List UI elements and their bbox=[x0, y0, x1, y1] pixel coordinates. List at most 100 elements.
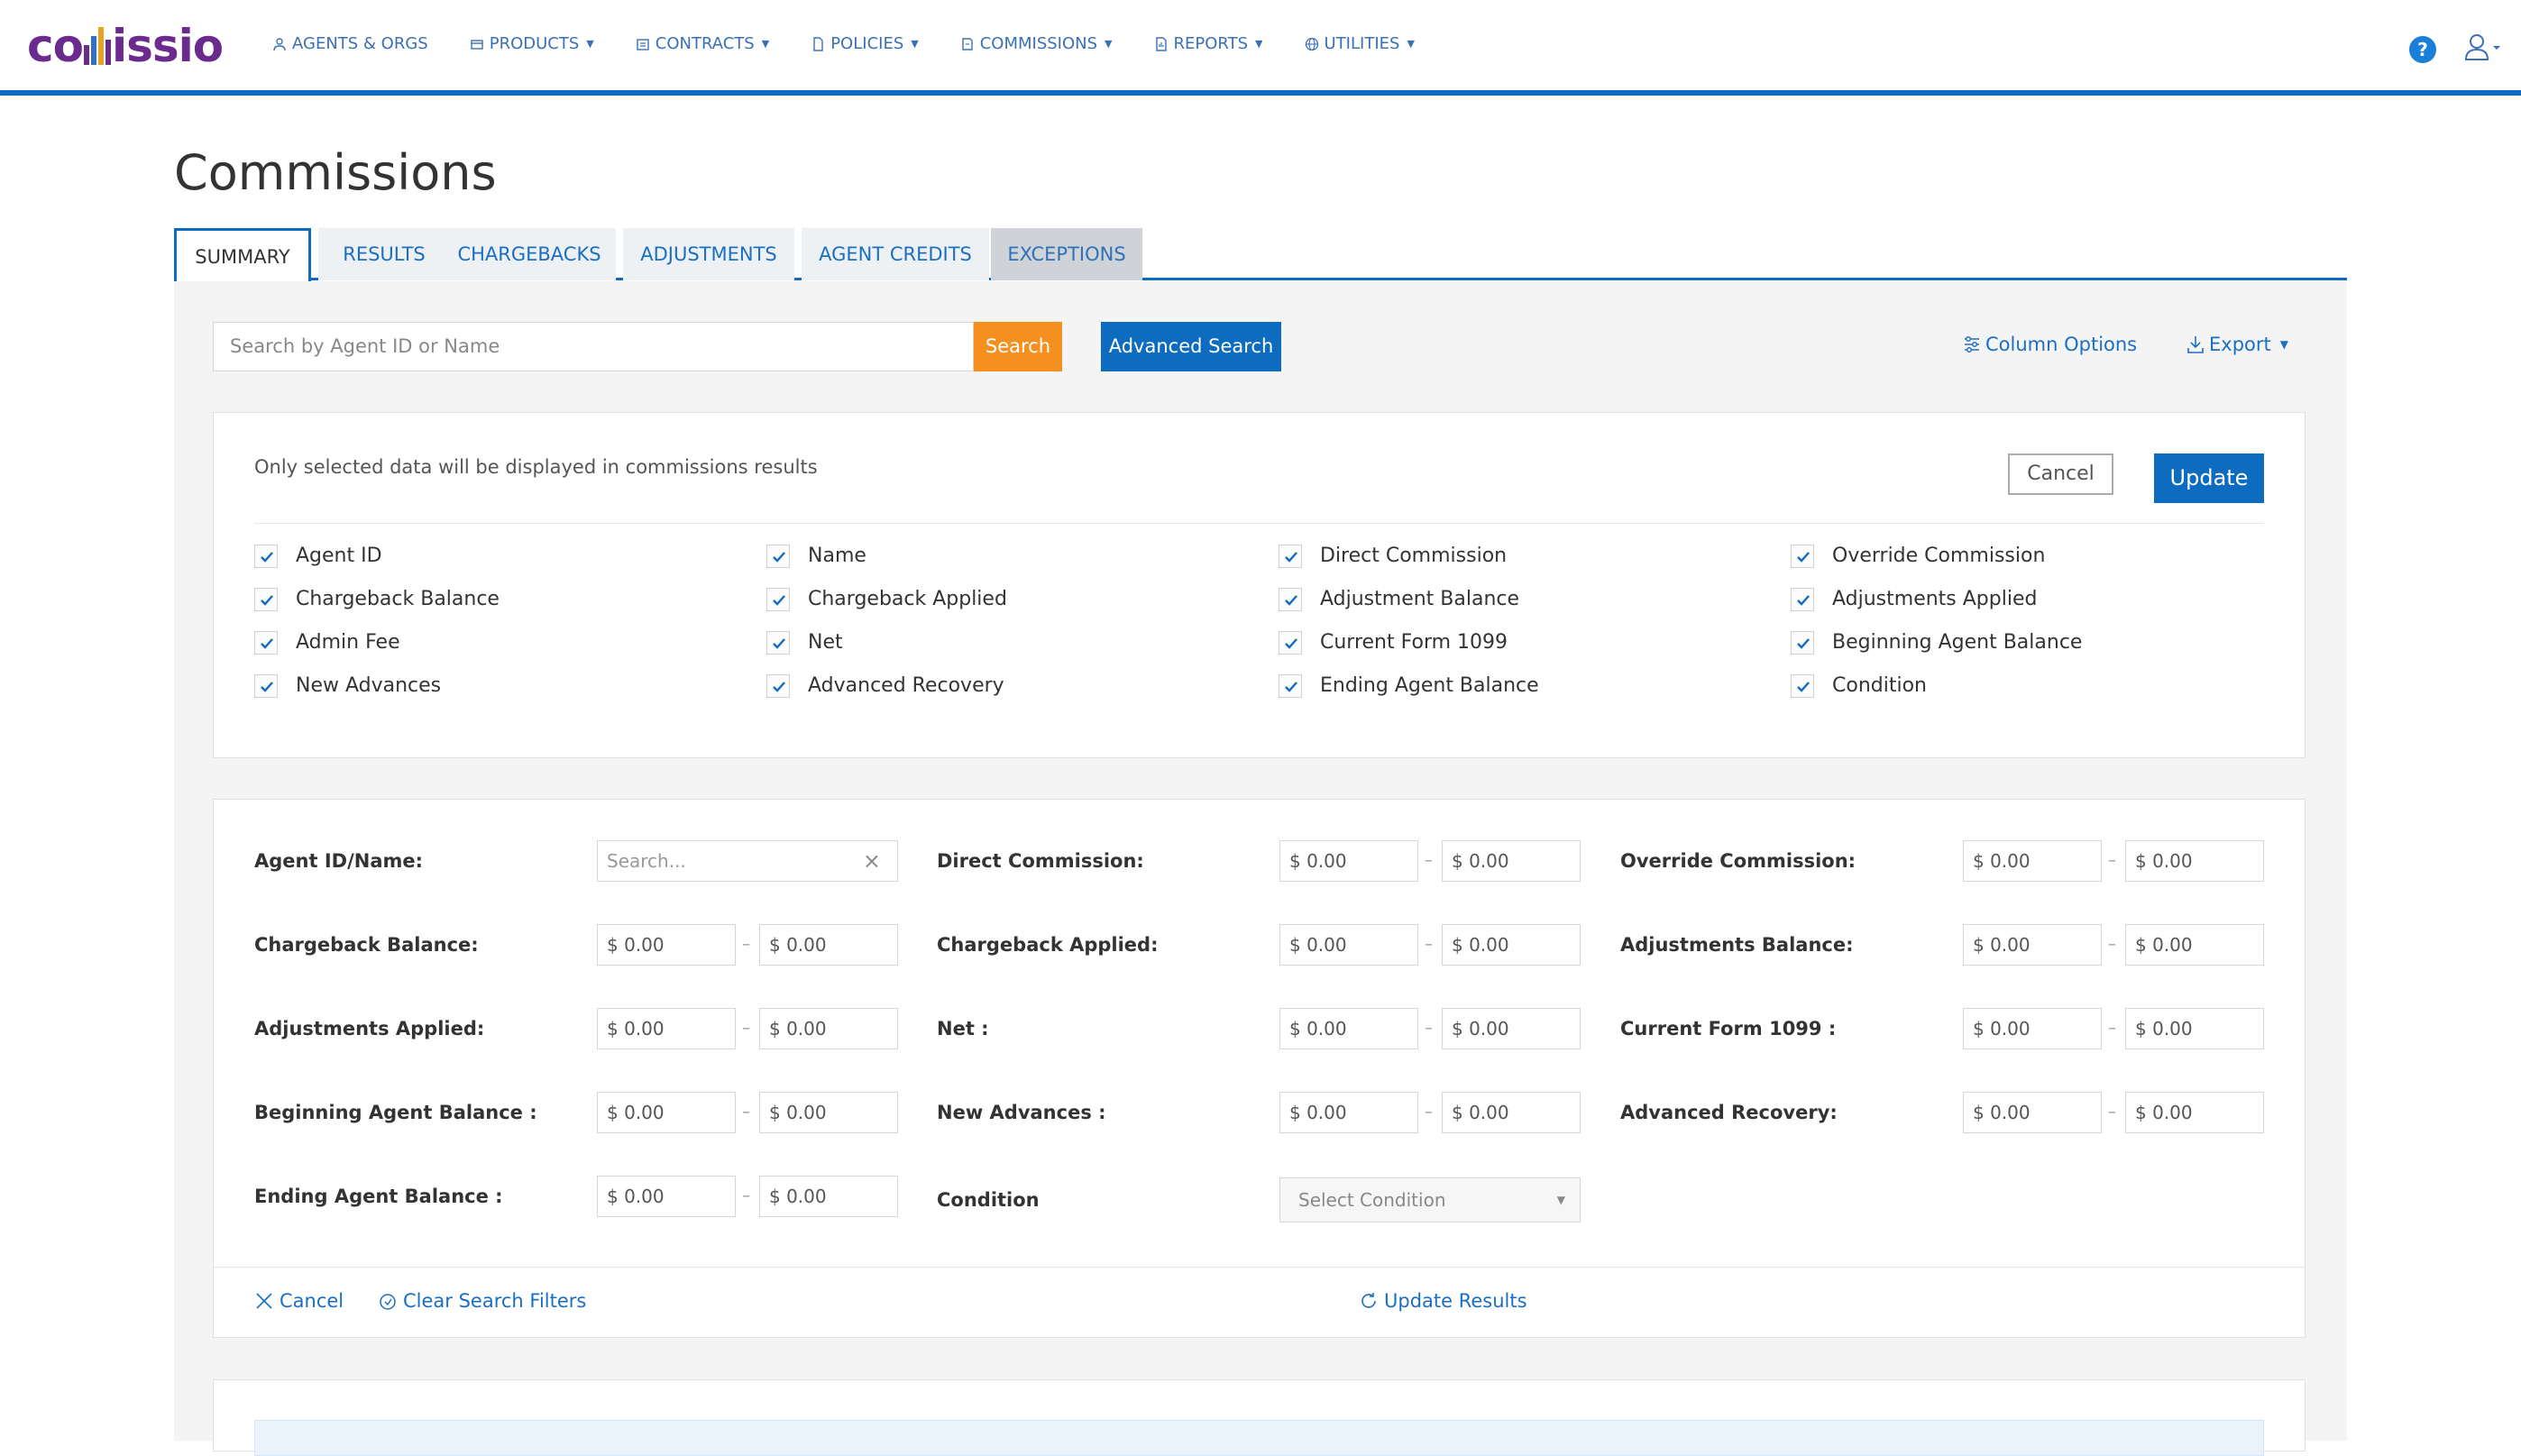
checkbox[interactable] bbox=[254, 630, 278, 655]
check-icon bbox=[261, 594, 273, 606]
filter-label-ending-balance: Ending Agent Balance : bbox=[254, 1186, 503, 1207]
export-button[interactable]: Export ▼ bbox=[2186, 334, 2288, 355]
tab-chargebacks[interactable]: CHARGEBACKS bbox=[443, 228, 616, 280]
checkbox-advanced-recovery[interactable]: Advanced Recovery bbox=[766, 673, 1279, 698]
nav-policies[interactable]: POLICIES ▼ bbox=[811, 34, 919, 53]
checkbox[interactable] bbox=[254, 587, 278, 611]
checkbox[interactable] bbox=[1279, 630, 1302, 655]
checkbox-adjustment-balance[interactable]: Adjustment Balance bbox=[1279, 587, 1791, 611]
globe-icon bbox=[1305, 37, 1318, 50]
chargeback-balance-max-input[interactable]: $ 0.00 bbox=[759, 924, 898, 966]
adjustments-applied-max-input[interactable]: $ 0.00 bbox=[759, 1008, 898, 1049]
checkbox-admin-fee[interactable]: Admin Fee bbox=[254, 630, 766, 655]
user-menu[interactable] bbox=[2464, 32, 2504, 63]
current-form-1099-min-input[interactable]: $ 0.00 bbox=[1963, 1008, 2102, 1049]
column-options-button[interactable]: Column Options bbox=[1962, 334, 2137, 355]
checkbox-override-commission[interactable]: Override Commission bbox=[1791, 544, 2303, 568]
checkbox-net[interactable]: Net bbox=[766, 630, 1279, 655]
net-max-input[interactable]: $ 0.00 bbox=[1442, 1008, 1581, 1049]
checkbox[interactable] bbox=[766, 673, 790, 698]
clear-search-filters-link[interactable]: Clear Search Filters bbox=[378, 1290, 586, 1312]
checkbox[interactable] bbox=[1791, 544, 1814, 568]
condition-select[interactable]: Select Condition ▼ bbox=[1279, 1177, 1581, 1222]
tab-exceptions[interactable]: EXCEPTIONS bbox=[991, 228, 1142, 280]
filters-cancel-link[interactable]: Cancel bbox=[254, 1290, 344, 1312]
app-logo[interactable]: co issio bbox=[27, 20, 224, 72]
chargeback-applied-min-input[interactable]: $ 0.00 bbox=[1279, 924, 1418, 966]
nav-label: COMMISSIONS bbox=[979, 34, 1098, 53]
adjustments-applied-min-input[interactable]: $ 0.00 bbox=[597, 1008, 736, 1049]
user-icon bbox=[2464, 34, 2500, 60]
search-button[interactable]: Search bbox=[974, 322, 1062, 371]
tab-adjustments[interactable]: ADJUSTMENTS bbox=[623, 228, 794, 280]
beginning-agent-balance-max-input[interactable]: $ 0.00 bbox=[759, 1092, 898, 1133]
check-icon bbox=[1797, 637, 1810, 649]
ending-agent-balance-min-input[interactable]: $ 0.00 bbox=[597, 1176, 736, 1217]
checkbox[interactable] bbox=[1279, 673, 1302, 698]
tab-agent-credits[interactable]: AGENT CREDITS bbox=[802, 228, 989, 280]
nav-agents-orgs[interactable]: AGENTS & ORGS bbox=[272, 34, 428, 53]
checkbox[interactable] bbox=[254, 673, 278, 698]
agent-name-search-input[interactable]: Search... × bbox=[597, 840, 898, 882]
checkbox-adjustments-applied[interactable]: Adjustments Applied bbox=[1791, 587, 2303, 611]
filter-label-chargeback-balance: Chargeback Balance: bbox=[254, 934, 479, 956]
advanced-search-button[interactable]: Advanced Search bbox=[1101, 322, 1281, 371]
override-commission-min-input[interactable]: $ 0.00 bbox=[1963, 840, 2102, 882]
checkbox[interactable] bbox=[1279, 544, 1302, 568]
agent-search-input[interactable]: Search by Agent ID or Name bbox=[213, 322, 974, 371]
chargeback-balance-min-input[interactable]: $ 0.00 bbox=[597, 924, 736, 966]
chargeback-applied-max-input[interactable]: $ 0.00 bbox=[1442, 924, 1581, 966]
new-advances-max-input[interactable]: $ 0.00 bbox=[1442, 1092, 1581, 1133]
nav-commissions[interactable]: COMMISSIONS ▼ bbox=[960, 34, 1113, 53]
direct-commission-min-input[interactable]: $ 0.00 bbox=[1279, 840, 1418, 882]
sliders-icon bbox=[1965, 335, 1979, 353]
filter-label-direct-commission: Direct Commission: bbox=[937, 850, 1144, 872]
current-form-1099-max-input[interactable]: $ 0.00 bbox=[2125, 1008, 2264, 1049]
nav-products[interactable]: PRODUCTS ▼ bbox=[470, 34, 594, 53]
checkbox-label: Chargeback Applied bbox=[808, 588, 1007, 610]
checkbox-agent-id[interactable]: Agent ID bbox=[254, 544, 766, 568]
update-results-link[interactable]: Update Results bbox=[1359, 1290, 1527, 1312]
new-advances-min-input[interactable]: $ 0.00 bbox=[1279, 1092, 1418, 1133]
override-commission-max-input[interactable]: $ 0.00 bbox=[2125, 840, 2264, 882]
checkbox-beginning-agent-balance[interactable]: Beginning Agent Balance bbox=[1791, 630, 2303, 655]
checkbox[interactable] bbox=[1279, 587, 1302, 611]
checkbox[interactable] bbox=[1791, 587, 1814, 611]
help-icon[interactable]: ? bbox=[2409, 36, 2436, 63]
checkbox-label: Net bbox=[808, 631, 843, 654]
ending-agent-balance-max-input[interactable]: $ 0.00 bbox=[759, 1176, 898, 1217]
advanced-recovery-min-input[interactable]: $ 0.00 bbox=[1963, 1092, 2102, 1133]
checkbox-current-form-1099[interactable]: Current Form 1099 bbox=[1279, 630, 1791, 655]
beginning-agent-balance-min-input[interactable]: $ 0.00 bbox=[597, 1092, 736, 1133]
checkbox[interactable] bbox=[766, 544, 790, 568]
checkbox-chargeback-applied[interactable]: Chargeback Applied bbox=[766, 587, 1279, 611]
nav-contracts[interactable]: CONTRACTS ▼ bbox=[636, 34, 769, 53]
clear-icon[interactable]: × bbox=[863, 841, 881, 881]
net-min-input[interactable]: $ 0.00 bbox=[1279, 1008, 1418, 1049]
adjustments-balance-max-input[interactable]: $ 0.00 bbox=[2125, 924, 2264, 966]
advanced-recovery-max-input[interactable]: $ 0.00 bbox=[2125, 1092, 2264, 1133]
nav-utilities[interactable]: UTILITIES ▼ bbox=[1305, 34, 1415, 53]
checkbox[interactable] bbox=[766, 630, 790, 655]
adjustments-balance-min-input[interactable]: $ 0.00 bbox=[1963, 924, 2102, 966]
checkbox[interactable] bbox=[766, 587, 790, 611]
checkbox-chargeback-balance[interactable]: Chargeback Balance bbox=[254, 587, 766, 611]
tab-results[interactable]: RESULTS bbox=[318, 228, 450, 280]
checkbox-new-advances[interactable]: New Advances bbox=[254, 673, 766, 698]
column-options-update-button[interactable]: Update bbox=[2154, 453, 2264, 503]
tab-summary[interactable]: SUMMARY bbox=[174, 228, 311, 283]
nav-reports[interactable]: REPORTS ▼ bbox=[1154, 34, 1263, 53]
checkbox-condition[interactable]: Condition bbox=[1791, 673, 2303, 698]
checkbox-label: Chargeback Balance bbox=[296, 588, 500, 610]
checkbox-ending-agent-balance[interactable]: Ending Agent Balance bbox=[1279, 673, 1791, 698]
checkbox-direct-commission[interactable]: Direct Commission bbox=[1279, 544, 1791, 568]
filter-label-adjustments-balance: Adjustments Balance: bbox=[1620, 934, 1854, 956]
direct-commission-max-input[interactable]: $ 0.00 bbox=[1442, 840, 1581, 882]
checkbox-label: Ending Agent Balance bbox=[1320, 674, 1539, 697]
range-separator: – bbox=[1425, 935, 1433, 954]
checkbox[interactable] bbox=[1791, 673, 1814, 698]
checkbox-name[interactable]: Name bbox=[766, 544, 1279, 568]
checkbox[interactable] bbox=[254, 544, 278, 568]
column-options-cancel-button[interactable]: Cancel bbox=[2008, 453, 2113, 495]
checkbox[interactable] bbox=[1791, 630, 1814, 655]
